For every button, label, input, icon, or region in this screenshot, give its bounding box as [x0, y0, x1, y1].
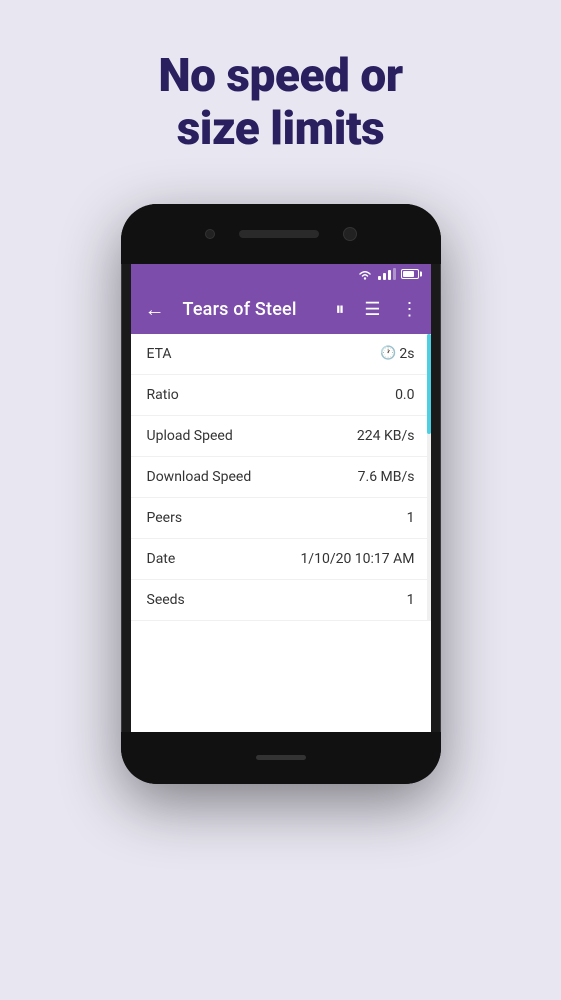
- pause-button[interactable]: ⏸: [335, 299, 344, 320]
- info-value: 🕐2s: [380, 346, 414, 362]
- info-rows-container: ETA 🕐2s Ratio 0.0 Upload Speed 224 KB/s Downlo…: [131, 334, 431, 621]
- camera-dot-2: [343, 227, 357, 241]
- info-label: Peers: [147, 510, 183, 526]
- info-value-text: 224 KB/s: [357, 428, 415, 444]
- phone-top-bar: [121, 204, 441, 264]
- table-row: Peers 1: [131, 498, 431, 539]
- info-value: 1: [407, 592, 415, 608]
- table-row: Upload Speed 224 KB/s: [131, 416, 431, 457]
- back-button[interactable]: ←: [143, 297, 167, 322]
- info-value-text: 0.0: [395, 387, 414, 403]
- headline-line1: No speed or: [158, 49, 402, 103]
- table-row: ETA 🕐2s: [131, 334, 431, 375]
- phone-bottom: [121, 732, 441, 784]
- table-row: Ratio 0.0: [131, 375, 431, 416]
- phone-mockup: ← Tears of Steel ⏸ ☰ ⋮ ETA 🕐2s Ratio 0.0 Upl…: [121, 204, 441, 784]
- info-value-text: 1/10/20 10:17 AM: [300, 551, 414, 567]
- scroll-fill: [427, 334, 431, 434]
- info-label: Date: [147, 551, 176, 567]
- clock-icon: 🕐: [380, 346, 396, 361]
- info-value: 0.0: [395, 387, 414, 403]
- front-camera: [205, 229, 215, 239]
- speaker: [239, 230, 319, 238]
- table-row: Date 1/10/20 10:17 AM: [131, 539, 431, 580]
- headline: No speed or size limits: [118, 50, 442, 156]
- status-icons: [357, 268, 419, 280]
- list-button[interactable]: ☰: [364, 299, 380, 320]
- toolbar-title: Tears of Steel: [183, 299, 320, 320]
- info-value: 1: [407, 510, 415, 526]
- info-label: Download Speed: [147, 469, 252, 485]
- info-value: 224 KB/s: [357, 428, 415, 444]
- info-value: 7.6 MB/s: [358, 469, 415, 485]
- table-row: Seeds 1: [131, 580, 431, 621]
- signal-icon: [378, 268, 396, 280]
- info-label: Seeds: [147, 592, 185, 608]
- info-value: 1/10/20 10:17 AM: [300, 551, 414, 567]
- content-area: ETA 🕐2s Ratio 0.0 Upload Speed 224 KB/s Downlo…: [131, 334, 431, 621]
- phone-screen: ← Tears of Steel ⏸ ☰ ⋮ ETA 🕐2s Ratio 0.0 Upl…: [131, 262, 431, 732]
- home-indicator: [256, 755, 306, 760]
- status-bar: [131, 262, 431, 286]
- battery-icon: [401, 269, 419, 279]
- info-label: Upload Speed: [147, 428, 233, 444]
- info-value-text: 1: [407, 510, 415, 526]
- wifi-icon: [357, 268, 373, 280]
- table-row: Download Speed 7.6 MB/s: [131, 457, 431, 498]
- phone-shell: ← Tears of Steel ⏸ ☰ ⋮ ETA 🕐2s Ratio 0.0 Upl…: [121, 204, 441, 784]
- more-button[interactable]: ⋮: [401, 299, 419, 320]
- app-toolbar: ← Tears of Steel ⏸ ☰ ⋮: [131, 286, 431, 334]
- battery-fill: [403, 271, 414, 277]
- info-label: Ratio: [147, 387, 179, 403]
- scroll-indicator: [427, 334, 431, 621]
- info-label: ETA: [147, 346, 172, 362]
- info-value-text: 1: [407, 592, 415, 608]
- toolbar-actions: ⏸ ☰ ⋮: [335, 299, 418, 320]
- info-value-text: 7.6 MB/s: [358, 469, 415, 485]
- info-value-text: 2s: [399, 346, 414, 362]
- camera-area: [205, 227, 357, 241]
- headline-line2: size limits: [177, 102, 385, 156]
